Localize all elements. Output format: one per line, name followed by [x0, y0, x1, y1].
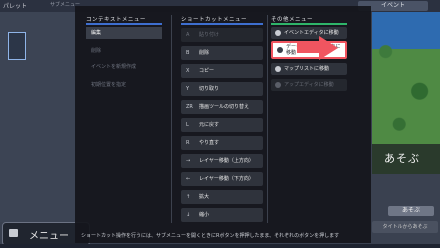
editor-icon — [275, 66, 281, 72]
context-item-edit[interactable]: 編集 — [86, 27, 162, 39]
shortcut-item-copy[interactable]: X コピー — [181, 64, 263, 78]
shortcut-key: → — [186, 158, 191, 164]
play-title: あそぶ — [384, 152, 420, 165]
shortcut-key: A — [186, 32, 190, 38]
other-item-label: アップエディタに移動 — [284, 82, 334, 88]
context-item-set-start[interactable]: 初期位置を指定 — [86, 79, 162, 91]
shortcut-key: ↑ — [186, 194, 191, 200]
palette-panel — [0, 12, 76, 222]
shortcut-item-cut[interactable]: Y 切り取り — [181, 82, 263, 96]
pointer-arrow-icon — [297, 36, 338, 60]
shortcut-item-delete[interactable]: B 削除 — [181, 46, 263, 60]
play-from-title-button[interactable]: タイトルからあそぶ — [372, 221, 438, 233]
footer-note: ショートカット操作を行うには、サブメニューを開くときにRボタンを押押したまま、そ… — [81, 233, 340, 239]
shortcut-key: ZR — [186, 104, 193, 110]
other-item-map-editor[interactable]: アップエディタに移動 — [271, 79, 347, 91]
context-menu-header: コンテキストメニュー — [86, 17, 146, 23]
shortcut-item-layer-down[interactable]: ← レイヤー移動（下方向） — [181, 172, 263, 186]
shortcut-key: B — [186, 50, 190, 56]
shortcut-label: コピー — [199, 68, 215, 74]
other-item-map-list[interactable]: マップリストに移動 — [271, 63, 347, 75]
shortcut-item-zoom-in[interactable]: ↑ 拡大 — [181, 190, 263, 204]
shortcut-label: 拡大 — [199, 194, 210, 200]
shortcut-label: レイヤー移動（上方向） — [199, 158, 254, 164]
submenu-modal: コンテキストメニュー 編集 削除 イベントを新規作成 初期位置を指定 ショートカ… — [75, 6, 371, 243]
editor-icon — [277, 47, 283, 53]
shortcut-label: 貼り付け — [199, 32, 220, 38]
shortcut-item-layer-up[interactable]: → レイヤー移動（上方向） — [181, 154, 263, 168]
shortcut-label: 削除 — [199, 50, 210, 56]
shortcut-key: X — [186, 68, 190, 74]
other-item-label: マップリストに移動 — [284, 66, 330, 72]
context-item-new-event[interactable]: イベントを新規作成 — [86, 61, 162, 73]
context-item-delete[interactable]: 削除 — [86, 45, 162, 57]
shortcut-label: 描画ツールの切り替え — [199, 104, 250, 110]
shortcut-label: 元に戻す — [199, 122, 220, 128]
shortcut-menu-header: ショートカットメニュー — [181, 17, 248, 23]
shortcut-item-undo[interactable]: L 元に戻す — [181, 118, 263, 132]
shortcut-item-paste[interactable]: A 貼り付け — [181, 28, 263, 42]
shortcut-key: Y — [186, 86, 190, 92]
shortcut-item-zoom-out[interactable]: ↓ 縮小 — [181, 208, 263, 222]
shortcut-key: ↓ — [186, 212, 191, 218]
shortcut-label: 切り取り — [199, 86, 220, 92]
menu-icon — [9, 229, 18, 237]
bottom-bar — [0, 244, 440, 248]
menu-button-label: メニュー — [29, 231, 69, 242]
context-menu-underline — [86, 23, 162, 25]
shortcut-label: レイヤー移動（下方向） — [199, 176, 254, 182]
shortcut-key: L — [186, 122, 189, 128]
palette-tab[interactable]: パレット — [3, 1, 27, 10]
map-preview — [372, 12, 440, 144]
shortcut-label: やり直す — [199, 140, 220, 146]
palette-tile-selection[interactable] — [8, 32, 26, 60]
shortcut-key: ← — [186, 176, 191, 182]
column-divider — [267, 15, 268, 223]
other-menu-header: その他メニュー — [271, 17, 314, 23]
play-button[interactable]: あそぶ — [388, 206, 434, 216]
editor-icon — [275, 30, 281, 36]
column-divider — [171, 15, 172, 223]
editor-icon — [275, 82, 281, 88]
other-menu-underline — [271, 23, 347, 25]
shortcut-item-redo[interactable]: R やり直す — [181, 136, 263, 150]
shortcut-item-switch-tool[interactable]: ZR 描画ツールの切り替え — [181, 100, 263, 114]
shortcut-label: 縮小 — [199, 212, 210, 218]
shortcut-key: R — [186, 140, 190, 146]
shortcut-menu-underline — [181, 23, 263, 25]
